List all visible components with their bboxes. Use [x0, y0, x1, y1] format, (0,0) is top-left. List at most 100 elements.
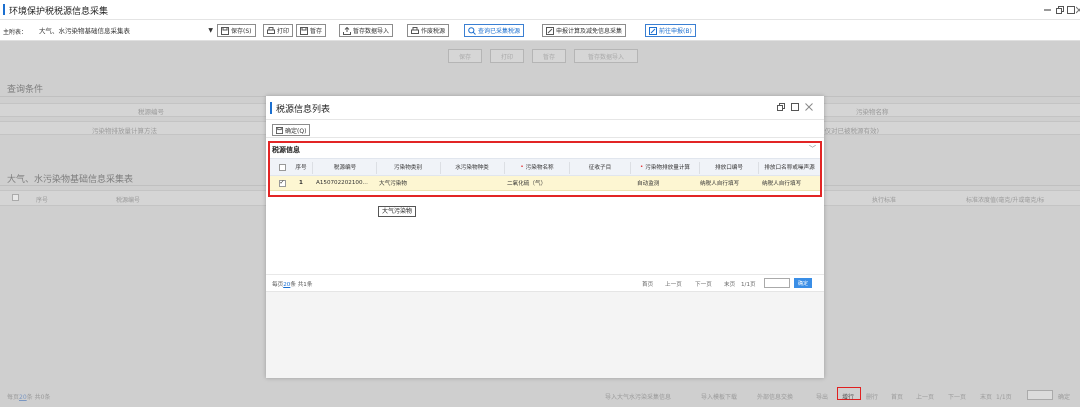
table-row[interactable]: ✓ 1 A150702202100... 大气污染物 二氧化硫（气） 自动监测 …: [270, 176, 820, 191]
row-checkbox-cell: ✓: [276, 176, 288, 190]
row-water-pollutant-type: [442, 176, 502, 190]
page-number-input[interactable]: [764, 278, 790, 288]
col-emission-calc: • 污染物排放量计算: [631, 159, 699, 175]
modal-header: 税源信息列表: [266, 96, 824, 120]
void-source-label: 作废税源: [421, 28, 446, 35]
pollutant-category-tooltip: 大气污染物: [378, 206, 417, 217]
bg-col-tax-source-no: 税源编号: [116, 197, 141, 204]
bg-save-button: 保存: [448, 49, 482, 63]
temp-save-icon: [300, 26, 308, 35]
add-row-link[interactable]: 增行: [842, 392, 854, 401]
modal-title-accent: [270, 102, 272, 114]
modal-pager-per-page: 每页: [272, 282, 284, 288]
header-select-all-cell: [276, 159, 288, 175]
select-all-checkbox[interactable]: [278, 163, 286, 171]
declare-edit-icon: [649, 26, 657, 35]
col-pollutant-name: • 污染物名称: [505, 159, 569, 175]
query-calc-method: 污染物排放量计算方法: [92, 127, 157, 135]
modal-confirm-label: 确定(Q): [285, 127, 307, 135]
bg-col-exec-standard: 执行标准: [872, 197, 897, 204]
required-mark: •: [639, 164, 644, 170]
external-exchange-link: 外部信息交换: [757, 394, 794, 401]
import-temp-label: 暂存数据导入: [353, 28, 390, 35]
first-page-link[interactable]: 首页: [642, 280, 653, 288]
bg-page-input: [1027, 390, 1053, 400]
tax-source-modal: 税源信息列表 确定(Q) 税源信息 ﹀ 序号 税源编号 污染物类别 水污染物种类…: [266, 96, 824, 378]
declare-calc-label: 申报计算及减免信息采集: [556, 28, 623, 35]
col-water-pollutant-type: 水污染物种类: [455, 165, 489, 171]
export-link: 导出: [816, 394, 829, 401]
restore-icon[interactable]: [1055, 5, 1064, 14]
main-table-select[interactable]: 大气、水污染物基础信息采集表 ▼: [38, 25, 214, 37]
temp-save-label: 暂存: [310, 28, 323, 35]
modal-restore-icon[interactable]: [776, 103, 786, 113]
required-mark: •: [520, 164, 524, 170]
query-collected-button[interactable]: 查询已采集税源: [464, 24, 525, 37]
save-label: 保存(S): [231, 28, 252, 35]
bg-col-concentration: 标准浓度值(毫克/升或毫克/标: [966, 197, 1045, 204]
query-pollutant-name: 污染物名称: [856, 108, 889, 116]
row-checkbox[interactable]: ✓: [278, 179, 286, 187]
bg-import-temp-button: 暂存数据导入: [574, 49, 638, 63]
print-label: 打印: [277, 28, 290, 35]
declare-calc-button[interactable]: 申报计算及减免信息采集: [542, 24, 627, 37]
main-table-value: 大气、水污染物基础信息采集表: [39, 27, 130, 35]
bg-first-page: 首页: [891, 394, 904, 401]
prev-page-link[interactable]: 上一页: [665, 280, 682, 288]
row-seq: 1: [299, 180, 303, 186]
col-tax-sub-item: 征收子目: [588, 165, 612, 171]
bg-print-button: 打印: [490, 49, 524, 63]
bg-col-seq: 序号: [36, 197, 49, 204]
window-titlebar: 环境保护税税源信息采集: [0, 0, 1080, 20]
table-section-title: 大气、水污染物基础信息采集表: [7, 175, 134, 185]
caret-down-icon: ▼: [208, 27, 213, 34]
search-icon: [468, 26, 476, 35]
void-source-button[interactable]: 作废税源: [407, 24, 450, 37]
import-template-link: 导入模板下载: [701, 394, 738, 401]
temp-save-button[interactable]: 暂存: [296, 24, 327, 37]
query-section-title: 查询条件: [7, 85, 44, 95]
bg-pager-total: 条 共0条: [26, 394, 51, 401]
to-declare-label: 前往申报(B): [659, 28, 692, 35]
confirm-icon: [276, 126, 283, 134]
close-icon[interactable]: [1074, 5, 1080, 14]
save-button[interactable]: 保存(S): [217, 24, 256, 37]
col-pollutant-category: 污染物类别: [394, 165, 422, 171]
delete-row-link: 删行: [866, 394, 879, 401]
minimize-icon[interactable]: [1043, 5, 1052, 14]
col-tax-source-no: 税源编号: [333, 165, 357, 171]
save-icon: [221, 26, 229, 35]
row-tax-source-no: A150702202100...: [316, 180, 368, 186]
tax-table-header: 序号 税源编号 污染物类别 水污染物种类 • 污染物名称 征收子目 • 污染物排放量…: [270, 158, 820, 176]
bg-pager-per-page: 每页: [7, 394, 20, 401]
query-collected-label: 查询已采集税源: [478, 28, 521, 35]
edit-icon: [546, 26, 554, 35]
bg-temp-save-button: 暂存: [532, 49, 566, 63]
page-indicator: 1/1页: [741, 282, 756, 288]
modal-pager-info: 每页20条 共1条: [272, 280, 312, 288]
bg-next-page: 下一页: [948, 394, 967, 401]
to-declare-button[interactable]: 前往申报(B): [645, 24, 696, 37]
col-emission-calc-label: 污染物排放量计算: [645, 165, 691, 171]
next-page-link[interactable]: 下一页: [695, 280, 712, 288]
row-tax-sub-item: [572, 176, 630, 190]
query-valid-only: (仅对已被税源有效): [822, 127, 880, 135]
bg-page-indicator: 1/1页: [996, 394, 1012, 401]
title-accent: [3, 4, 5, 15]
modal-close-icon[interactable]: [804, 103, 814, 113]
modal-title: 税源信息列表: [276, 105, 331, 115]
import-temp-button[interactable]: 暂存数据导入: [339, 24, 394, 37]
row-pollutant-category: 大气污染物: [379, 181, 407, 187]
last-page-link[interactable]: 末页: [724, 280, 735, 288]
col-sep: [312, 162, 313, 174]
modal-maximize-icon[interactable]: [790, 103, 800, 113]
row-pollutant-name: 二氧化硫（气）: [507, 181, 547, 187]
print-button[interactable]: 打印: [263, 24, 294, 37]
row-outlet-no: 纳税人自行填写: [700, 181, 740, 187]
window-title: 环境保护税税源信息采集: [9, 7, 109, 17]
main-table-label: 主附表：: [3, 29, 28, 36]
collapse-chevron-icon[interactable]: ﹀: [809, 144, 816, 154]
modal-confirm-button[interactable]: 确定(Q): [272, 124, 311, 136]
go-page-button[interactable]: 确定: [794, 278, 812, 288]
bg-pager-info: 每页20条 共0条: [7, 392, 50, 401]
